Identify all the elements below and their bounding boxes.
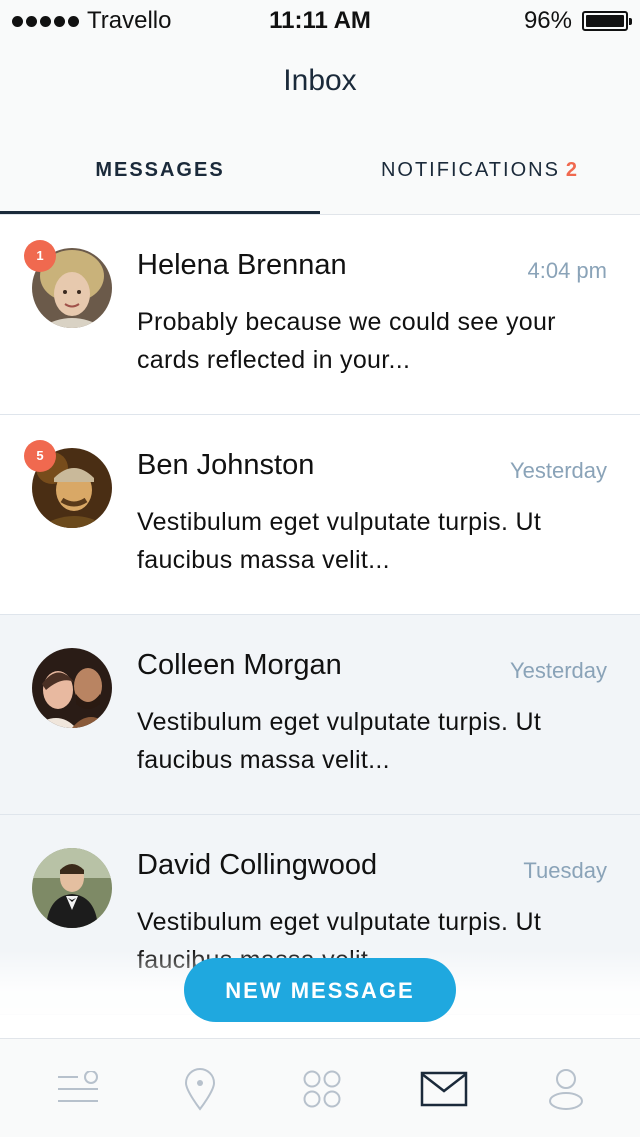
- sender-name: David Collingwood: [137, 849, 378, 881]
- message-time: Tuesday: [523, 858, 607, 883]
- david-avatar: [32, 848, 112, 928]
- battery-percent: 96%: [523, 7, 572, 34]
- sender-name: Colleen Morgan: [137, 649, 342, 681]
- message-row[interactable]: 5 Ben Johnston Yesterday Vestibulum eget…: [0, 415, 640, 615]
- page-title: Inbox: [283, 64, 357, 97]
- message-row[interactable]: 1 Helena Brennan 4:04 pm Probably becaus…: [0, 215, 640, 415]
- unread-badge: 1: [24, 240, 56, 272]
- message-snippet: Vestibulum eget vulputate turpis. Ut fau…: [137, 508, 542, 574]
- colleen-avatar: [32, 648, 112, 728]
- apps-grid-icon: [303, 1070, 341, 1108]
- mail-icon: [420, 1071, 468, 1107]
- tabbar-item-mail[interactable]: [420, 1067, 468, 1111]
- tabbar-item-apps[interactable]: [298, 1067, 346, 1111]
- new-message-button[interactable]: NEW MESSAGE: [184, 958, 456, 1022]
- message-time: Yesterday: [509, 458, 607, 483]
- message-snippet: Vestibulum eget vulputate turpis. Ut fau…: [137, 708, 542, 774]
- bottom-tab-bar: [0, 1038, 640, 1137]
- sender-name: Helena Brennan: [137, 249, 347, 281]
- notifications-count: 2: [565, 159, 580, 181]
- tabbar-item-profile[interactable]: [542, 1067, 590, 1111]
- status-bar: Travello 11:11 AM 96%: [0, 0, 640, 40]
- tab-messages-label: MESSAGES: [95, 159, 225, 181]
- message-list: 1 Helena Brennan 4:04 pm Probably becaus…: [0, 215, 640, 1015]
- message-row[interactable]: Colleen Morgan Yesterday Vestibulum eget…: [0, 615, 640, 815]
- feed-icon: [58, 1071, 98, 1102]
- avatar: [32, 648, 112, 728]
- battery-status: 96%: [523, 7, 632, 35]
- unread-badge: 5: [24, 440, 56, 472]
- sender-name: Ben Johnston: [137, 449, 315, 481]
- tabbar-item-location[interactable]: [176, 1067, 224, 1111]
- inbox-tabs: MESSAGES NOTIFICATIONS 2: [0, 150, 640, 215]
- location-pin-icon: [184, 1068, 216, 1111]
- message-time: 4:04 pm: [527, 258, 608, 283]
- tab-notifications-label: NOTIFICATIONS: [380, 159, 560, 181]
- tab-notifications[interactable]: NOTIFICATIONS 2: [320, 150, 640, 213]
- tab-messages[interactable]: MESSAGES: [0, 150, 320, 213]
- profile-icon: [549, 1069, 583, 1110]
- avatar: [32, 848, 112, 928]
- message-snippet: Probably because we could see your cards…: [137, 308, 556, 374]
- tabbar-item-feed[interactable]: [54, 1067, 102, 1111]
- header: Inbox MESSAGES NOTIFICATIONS 2: [0, 40, 640, 215]
- message-time: Yesterday: [509, 658, 607, 683]
- battery-icon: [582, 11, 632, 31]
